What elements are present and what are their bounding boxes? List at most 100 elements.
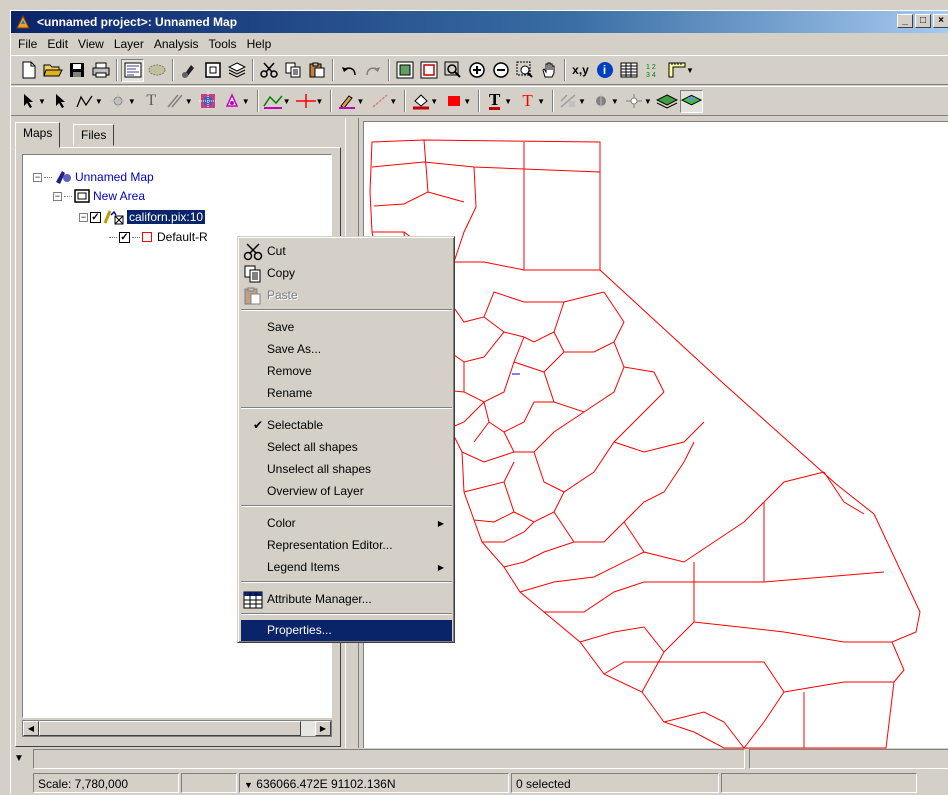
menu-item-color[interactable]: Color ▶ xyxy=(241,513,452,534)
text-color-button[interactable]: T xyxy=(483,90,506,113)
menu-item-attribute-manager[interactable]: Attribute Manager... xyxy=(241,589,452,610)
fill-color-button[interactable] xyxy=(409,90,432,113)
zoom-extent-button[interactable] xyxy=(393,59,416,82)
point-button[interactable] xyxy=(590,90,613,113)
redo-button[interactable] xyxy=(361,59,384,82)
cross-dropdown-icon[interactable]: ▼ xyxy=(316,97,324,106)
tree-node-area[interactable]: − New Area xyxy=(53,189,145,203)
text-button[interactable]: T xyxy=(140,90,163,113)
polyline-dropdown-icon[interactable]: ▼ xyxy=(95,97,103,106)
open-button[interactable] xyxy=(41,59,64,82)
fill-color-dropdown-icon[interactable]: ▼ xyxy=(430,97,438,106)
ruler-dropdown-icon[interactable]: ▼ xyxy=(686,66,694,75)
fill-button[interactable] xyxy=(221,90,244,113)
title-bar[interactable]: <unnamed project>: Unnamed Map _ □ × xyxy=(11,11,948,33)
vertex-dropdown-icon[interactable]: ▼ xyxy=(644,97,652,106)
node-dropdown-icon[interactable]: ▼ xyxy=(128,97,136,106)
overview-toggle-icon[interactable]: ▼ xyxy=(14,753,24,764)
sort-button[interactable]: 1 23 4 xyxy=(641,59,664,82)
close-button[interactable]: × xyxy=(933,14,948,28)
layer-checkbox[interactable]: ✓ xyxy=(90,211,101,223)
layers-button[interactable] xyxy=(225,59,248,82)
stack2-button[interactable] xyxy=(679,89,703,113)
paste-button[interactable] xyxy=(305,59,328,82)
vertex-button[interactable] xyxy=(623,90,646,113)
stack-button[interactable] xyxy=(656,90,679,113)
pen-dropdown-icon[interactable]: ▼ xyxy=(356,97,364,106)
zoom-layer-button[interactable] xyxy=(417,59,440,82)
menu-item-properties[interactable]: Properties... xyxy=(241,620,452,641)
cut-button[interactable] xyxy=(257,59,280,82)
fill-dropdown-icon[interactable]: ▼ xyxy=(242,97,250,106)
menu-item-save[interactable]: Save xyxy=(241,317,452,338)
scroll-thumb[interactable] xyxy=(39,721,301,736)
red-fill-button[interactable] xyxy=(442,90,465,113)
tree-node-map[interactable]: − Unnamed Map xyxy=(33,169,154,185)
menu-item-overview[interactable]: Overview of Layer xyxy=(241,481,452,502)
menu-item-select-all[interactable]: Select all shapes xyxy=(241,437,452,458)
scroll-left-icon[interactable]: ◀ xyxy=(23,721,39,736)
menu-item-unselect-all[interactable]: Unselect all shapes xyxy=(241,459,452,480)
text-style-dropdown-icon[interactable]: ▼ xyxy=(537,97,545,106)
collapse-icon[interactable]: − xyxy=(79,212,88,222)
menu-item-remove[interactable]: Remove xyxy=(241,361,452,382)
menu-view[interactable]: View xyxy=(73,35,109,53)
menu-item-rename[interactable]: Rename xyxy=(241,383,452,404)
undo-button[interactable] xyxy=(337,59,360,82)
menu-layer[interactable]: Layer xyxy=(109,35,149,53)
menu-item-save-as[interactable]: Save As... xyxy=(241,339,452,360)
line-dropdown-icon[interactable]: ▼ xyxy=(389,97,397,106)
paint-button[interactable] xyxy=(177,59,200,82)
edit-button[interactable] xyxy=(164,90,187,113)
zoom-box-button[interactable] xyxy=(441,59,464,82)
edit-dropdown-icon[interactable]: ▼ xyxy=(185,97,193,106)
cross-button[interactable] xyxy=(295,90,318,113)
scroll-right-icon[interactable]: ▶ xyxy=(315,721,331,736)
menu-tools[interactable]: Tools xyxy=(204,35,242,53)
tree-node-layer[interactable]: − ✓ californ.pix:10 xyxy=(79,209,206,225)
tree-node-rep[interactable]: ✓ Default-R xyxy=(109,230,208,244)
menu-help[interactable]: Help xyxy=(242,35,277,53)
symbol-button[interactable] xyxy=(557,90,580,113)
layer-button[interactable] xyxy=(145,59,168,82)
rectangle-button[interactable] xyxy=(201,59,224,82)
line-button[interactable] xyxy=(368,90,391,113)
text-style-button[interactable]: T xyxy=(516,90,539,113)
zoom-select-button[interactable] xyxy=(513,59,536,82)
pan-button[interactable] xyxy=(537,59,560,82)
horizontal-scrollbar[interactable]: ◀ ▶ xyxy=(22,720,332,737)
collapse-icon[interactable]: − xyxy=(33,172,42,182)
map-view-button[interactable] xyxy=(121,58,144,82)
menu-item-cut[interactable]: Cut xyxy=(241,241,452,262)
pointer-button[interactable] xyxy=(50,90,73,113)
table-button[interactable] xyxy=(617,59,640,82)
menu-analysis[interactable]: Analysis xyxy=(149,35,204,53)
select-dropdown-icon[interactable]: ▼ xyxy=(38,97,46,106)
new-button[interactable] xyxy=(17,59,40,82)
menu-edit[interactable]: Edit xyxy=(42,35,73,53)
polyline-button[interactable] xyxy=(74,90,97,113)
red-fill-dropdown-icon[interactable]: ▼ xyxy=(463,97,471,106)
zoom-in-button[interactable] xyxy=(465,59,488,82)
coord-dropdown-icon[interactable]: ▼ xyxy=(244,780,253,790)
line-style-dropdown-icon[interactable]: ▼ xyxy=(283,97,291,106)
zoom-out-button[interactable] xyxy=(489,59,512,82)
collapse-icon[interactable]: − xyxy=(53,191,62,201)
print-button[interactable] xyxy=(89,59,112,82)
color-button[interactable] xyxy=(197,90,220,113)
copy-button[interactable] xyxy=(281,59,304,82)
save-button[interactable] xyxy=(65,59,88,82)
menu-item-selectable[interactable]: ✔ Selectable xyxy=(241,415,452,436)
point-dropdown-icon[interactable]: ▼ xyxy=(611,97,619,106)
rep-checkbox[interactable]: ✓ xyxy=(119,231,130,243)
select-button[interactable] xyxy=(17,90,40,113)
menu-item-copy[interactable]: Copy xyxy=(241,263,452,284)
text-color-dropdown-icon[interactable]: ▼ xyxy=(504,97,512,106)
symbol-dropdown-icon[interactable]: ▼ xyxy=(578,97,586,106)
maximize-button[interactable]: □ xyxy=(915,14,931,28)
menu-item-legend-items[interactable]: Legend Items ▶ xyxy=(241,557,452,578)
menu-file[interactable]: File xyxy=(13,35,42,53)
info-button[interactable]: i xyxy=(593,59,616,82)
menu-item-representation-editor[interactable]: Representation Editor... xyxy=(241,535,452,556)
line-style-button[interactable] xyxy=(262,90,285,113)
